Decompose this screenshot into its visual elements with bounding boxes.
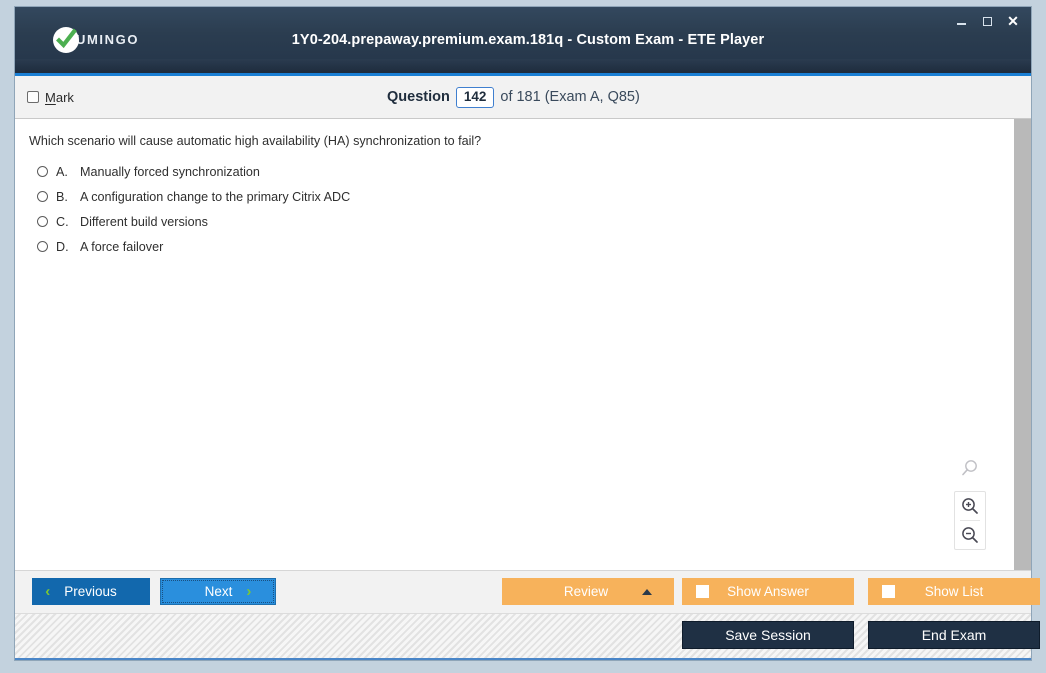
mark-label-rest: ark bbox=[55, 89, 74, 105]
choice-letter-d: D. bbox=[56, 240, 69, 254]
previous-button-label: Previous bbox=[64, 584, 117, 599]
minimize-icon[interactable] bbox=[953, 13, 969, 29]
maximize-icon[interactable] bbox=[979, 13, 995, 29]
show-list-button-label: Show List bbox=[924, 584, 984, 599]
question-text: Which scenario will cause automatic high… bbox=[29, 134, 482, 148]
choice-option-b[interactable]: B. A configuration change to the primary… bbox=[37, 189, 997, 205]
zoom-in-icon[interactable] bbox=[955, 492, 985, 520]
zoom-button-group bbox=[954, 491, 986, 550]
question-counter: Question 142 of 181 (Exam A, Q85) bbox=[383, 86, 663, 108]
caret-up-icon bbox=[642, 588, 652, 595]
choice-option-d[interactable]: D. A force failover bbox=[37, 239, 997, 255]
show-answer-button[interactable]: Show Answer bbox=[682, 578, 854, 605]
content-area: Which scenario will cause automatic high… bbox=[15, 119, 1031, 570]
question-word: Question bbox=[387, 89, 450, 105]
chevron-left-icon: ‹ bbox=[45, 583, 51, 600]
window-controls: ✕ bbox=[953, 13, 1021, 29]
zoom-fit-icon[interactable] bbox=[959, 458, 981, 485]
zoom-tools bbox=[953, 458, 987, 550]
review-button-label: Review bbox=[563, 584, 609, 599]
radio-icon-d[interactable] bbox=[37, 241, 48, 252]
next-button[interactable]: Next › bbox=[160, 578, 276, 605]
choice-text-c: Different build versions bbox=[80, 215, 208, 229]
show-list-checkbox-icon bbox=[882, 585, 895, 598]
choice-option-a[interactable]: A. Manually forced synchronization bbox=[37, 164, 997, 180]
mark-checkbox[interactable] bbox=[27, 91, 39, 103]
question-content: Which scenario will cause automatic high… bbox=[15, 119, 1013, 570]
show-answer-checkbox-icon bbox=[696, 585, 709, 598]
choice-text-d: A force failover bbox=[80, 240, 164, 254]
question-total-text: of 181 (Exam A, Q85) bbox=[500, 89, 640, 105]
zoom-out-icon[interactable] bbox=[955, 521, 985, 549]
choice-letter-c: C. bbox=[56, 215, 69, 229]
ete-player-window: UMINGO 1Y0-204.prepaway.premium.exam.181… bbox=[14, 6, 1040, 661]
chevron-right-icon: › bbox=[246, 583, 252, 600]
radio-icon-b[interactable] bbox=[37, 191, 48, 202]
review-button[interactable]: Review bbox=[502, 578, 674, 605]
previous-button[interactable]: ‹ Previous bbox=[32, 578, 150, 605]
footer-bar: Save Session End Exam bbox=[15, 613, 1040, 660]
choice-text-b: A configuration change to the primary Ci… bbox=[80, 190, 351, 204]
save-session-label: Save Session bbox=[725, 627, 811, 643]
next-button-label: Next bbox=[204, 584, 233, 599]
choice-letter-a: A. bbox=[56, 165, 68, 179]
question-header-bar: Mark Question 142 of 181 (Exam A, Q85) bbox=[15, 76, 1031, 119]
radio-icon-a[interactable] bbox=[37, 166, 48, 177]
choice-option-c[interactable]: C. Different build versions bbox=[37, 214, 997, 230]
mark-question-control[interactable]: Mark bbox=[27, 90, 74, 105]
question-number-input[interactable]: 142 bbox=[455, 86, 495, 108]
content-scrollbar[interactable] bbox=[1013, 119, 1031, 570]
navigation-toolbar: ‹ Previous Next › Review Show Answer Sho… bbox=[15, 570, 1040, 613]
close-icon[interactable]: ✕ bbox=[1005, 13, 1021, 29]
show-answer-button-label: Show Answer bbox=[727, 584, 809, 599]
choice-letter-b: B. bbox=[56, 190, 68, 204]
save-session-button[interactable]: Save Session bbox=[682, 621, 854, 649]
end-exam-button[interactable]: End Exam bbox=[868, 621, 1040, 649]
title-bar: UMINGO 1Y0-204.prepaway.premium.exam.181… bbox=[15, 7, 1031, 76]
choice-text-a: Manually forced synchronization bbox=[80, 165, 260, 179]
end-exam-label: End Exam bbox=[921, 627, 987, 643]
mark-label: Mark bbox=[45, 90, 74, 105]
radio-icon-c[interactable] bbox=[37, 216, 48, 227]
window-title: 1Y0-204.prepaway.premium.exam.181q - Cus… bbox=[291, 32, 765, 48]
mark-accelerator: M bbox=[45, 89, 56, 105]
show-list-button[interactable]: Show List bbox=[868, 578, 1040, 605]
